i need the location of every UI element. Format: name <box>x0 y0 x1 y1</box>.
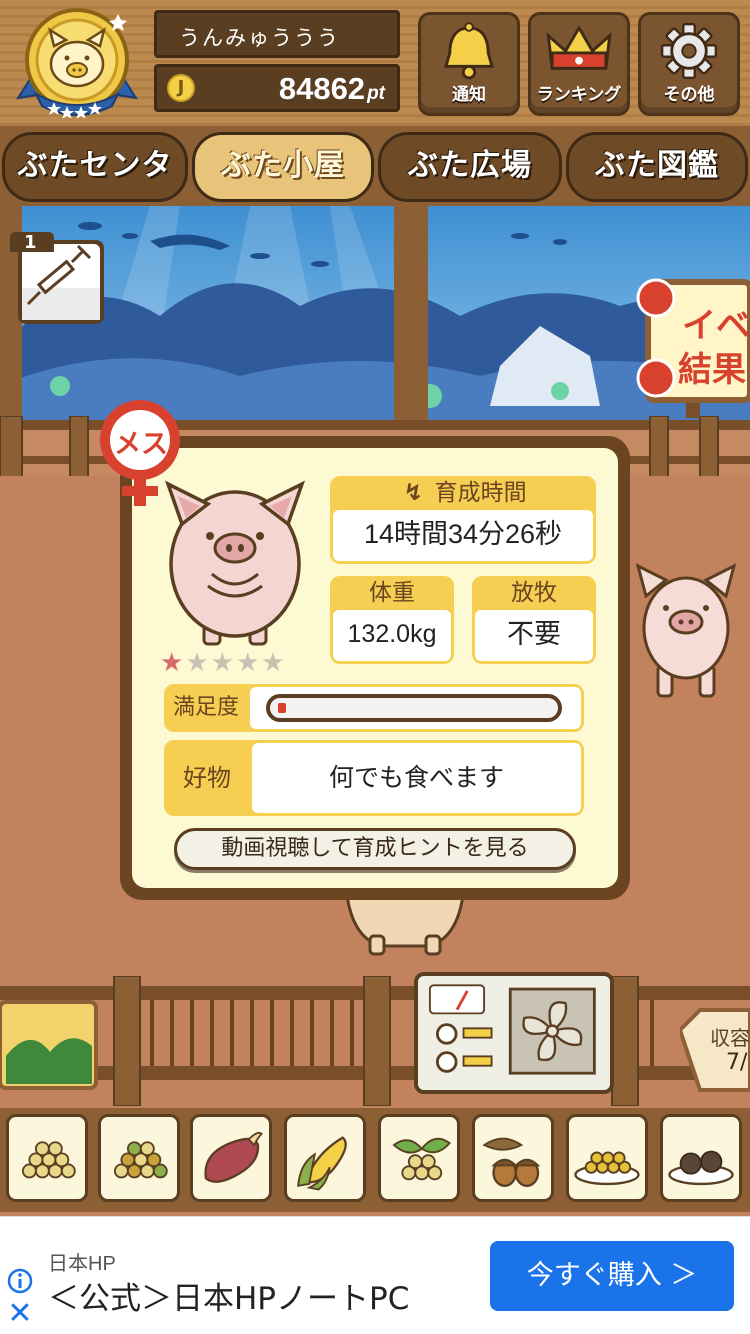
wrench-icon: ↯ <box>403 480 423 506</box>
watch-video-hint-button[interactable]: 動画視聴して育成ヒントを見る <box>174 828 576 870</box>
star-filled-icon: ★ <box>160 648 184 678</box>
capacity-value: 7/ <box>726 1050 748 1075</box>
acorn-icon <box>482 1137 541 1187</box>
food-slot-1[interactable] <box>6 1114 88 1202</box>
background-pig[interactable] <box>630 556 746 706</box>
ad-banner[interactable]: ✕ 日本HP ＜公式＞日本HPノートPC 今すぐ購入 ＞ <box>0 1216 750 1334</box>
satisfaction-meter <box>250 687 581 729</box>
graze-label: 放牧 <box>511 580 557 606</box>
crown-icon <box>546 25 612 70</box>
tab-buta-zukan[interactable]: ぶた図鑑 <box>566 132 748 202</box>
close-icon[interactable]: ✕ <box>6 1299 34 1329</box>
ad-brand: 日本HP <box>48 1253 116 1275</box>
points-display: J 84862 pt <box>154 64 400 112</box>
gender-badge: メス <box>94 400 186 510</box>
star-empty-icon: ★ <box>210 648 234 678</box>
weight-value: 132.0kg <box>333 610 451 661</box>
rarity-stars: ★★★★★ <box>160 648 320 678</box>
pig-barn-scene: 1 イベ 結果 ★★★★★ ↯ 育成時間 14時間34分26秒 体重 132.0… <box>0 206 750 1216</box>
climate-controller[interactable] <box>414 972 614 1094</box>
info-icon[interactable] <box>6 1267 34 1295</box>
other-button[interactable]: その他 <box>638 12 740 116</box>
growth-time-box: ↯ 育成時間 14時間34分26秒 <box>330 476 596 564</box>
item-count: 1 <box>24 232 37 253</box>
username: うんみゅううう <box>154 10 400 58</box>
graze-value: 不要 <box>475 610 593 661</box>
mixed-grain-icon <box>113 1141 168 1179</box>
item-badge[interactable] <box>8 228 106 326</box>
top-header: うんみゅううう J 84862 pt 通知 ランキング その他 <box>0 0 750 126</box>
food-slot-4[interactable] <box>284 1114 366 1202</box>
event-sign-line1: イベ <box>682 306 750 346</box>
vegetable-icon <box>392 1137 451 1181</box>
growth-time-value: 14時間34分26秒 <box>333 510 593 561</box>
ranking-button[interactable]: ランキング <box>528 12 630 116</box>
food-selector <box>0 1108 750 1212</box>
food-slot-5[interactable] <box>378 1114 460 1202</box>
satisfaction-bar <box>266 694 562 722</box>
ad-buy-now-button[interactable]: 今すぐ購入 ＞ <box>490 1241 734 1311</box>
grain-icon <box>21 1141 76 1179</box>
notice-button[interactable]: 通知 <box>418 12 520 116</box>
food-slot-7[interactable] <box>566 1114 648 1202</box>
satisfaction-fill <box>278 703 286 713</box>
sweet-potato-icon <box>204 1131 263 1183</box>
gender-label: メス <box>114 429 168 460</box>
tab-buta-center[interactable]: ぶたセンター <box>2 132 188 245</box>
corn-icon <box>297 1136 347 1191</box>
ad-title[interactable]: ＜公式＞日本HPノートPC <box>48 1273 409 1318</box>
food-slot-8[interactable] <box>660 1114 742 1202</box>
rank-medal-icon[interactable] <box>14 6 140 118</box>
other-label: その他 <box>663 85 715 105</box>
favorite-food-row: 好物 何でも食べます <box>164 740 584 816</box>
favorite-value: 何でも食べます <box>252 743 581 813</box>
star-empty-icon: ★ <box>261 648 285 678</box>
capacity-sign: 収容 7/ <box>680 1000 750 1096</box>
weight-box: 体重 132.0kg <box>330 576 454 664</box>
bell-icon <box>444 22 494 80</box>
ranking-label: ランキング <box>536 85 622 105</box>
food-slot-2[interactable] <box>98 1114 180 1202</box>
gear-icon <box>660 22 718 80</box>
pig-info-panel: ★★★★★ ↯ 育成時間 14時間34分26秒 体重 132.0kg 放牧 不要… <box>120 436 630 900</box>
notice-label: 通知 <box>452 85 486 105</box>
meatball-plate-icon <box>668 1150 734 1186</box>
graze-box: 放牧 不要 <box>472 576 596 664</box>
points-value: 84862 pt <box>278 71 385 106</box>
food-slot-3[interactable] <box>190 1114 272 1202</box>
event-result-sign[interactable]: イベ 結果 <box>630 268 750 418</box>
event-sign-line2: 結果 <box>678 350 746 390</box>
bean-plate-icon <box>574 1151 640 1186</box>
satisfaction-label: 満足度 <box>172 695 239 720</box>
weight-label: 体重 <box>369 580 415 606</box>
growth-time-label: ↯ 育成時間 <box>330 476 596 510</box>
main-nav: ぶたセンター ぶた小屋 ぶた広場 ぶた図鑑 <box>0 126 750 245</box>
star-empty-icon: ★ <box>235 648 260 678</box>
front-fence <box>0 976 750 1106</box>
coin-icon: J <box>167 74 195 102</box>
satisfaction-row: 満足度 <box>164 684 584 732</box>
favorite-label: 好物 <box>183 764 231 792</box>
capacity-label: 収容 <box>710 1026 750 1050</box>
pig-info-card: ★★★★★ ↯ 育成時間 14時間34分26秒 体重 132.0kg 放牧 不要… <box>132 448 618 888</box>
user-info: うんみゅううう J 84862 pt <box>154 10 400 114</box>
tab-buta-hiroba[interactable]: ぶた広場 <box>378 132 562 202</box>
food-slot-6[interactable] <box>472 1114 554 1202</box>
tab-buta-koya[interactable]: ぶた小屋 <box>192 132 374 202</box>
star-empty-icon: ★ <box>185 648 209 678</box>
